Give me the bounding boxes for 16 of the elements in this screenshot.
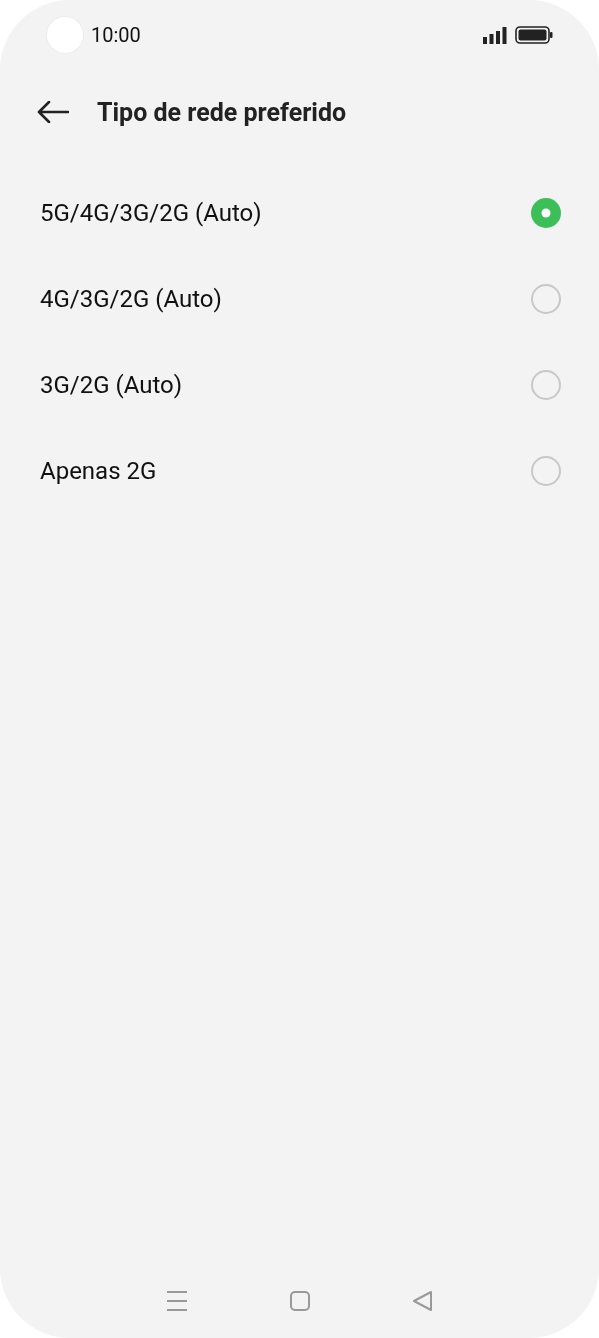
radio-button[interactable]	[531, 198, 561, 228]
battery-icon	[515, 26, 553, 44]
option-label[interactable]: 4G/3G/2G (Auto)	[40, 285, 531, 313]
menu-icon[interactable]	[164, 1289, 189, 1313]
radio-button[interactable]	[531, 284, 561, 314]
signal-icon	[483, 26, 507, 44]
option-label[interactable]: 3G/2G (Auto)	[40, 371, 531, 399]
back-triangle-icon[interactable]	[410, 1289, 435, 1313]
radio-button[interactable]	[531, 456, 561, 486]
radio-button[interactable]	[531, 370, 561, 400]
status-time: 10:00	[91, 23, 141, 47]
home-square-icon[interactable]	[287, 1289, 312, 1313]
option-label[interactable]: 5G/4G/3G/2G (Auto)	[40, 199, 531, 227]
page-title: Tipo de rede preferido	[97, 97, 347, 127]
option-label[interactable]: Apenas 2G	[40, 457, 531, 485]
back-arrow-icon[interactable]	[37, 101, 69, 123]
